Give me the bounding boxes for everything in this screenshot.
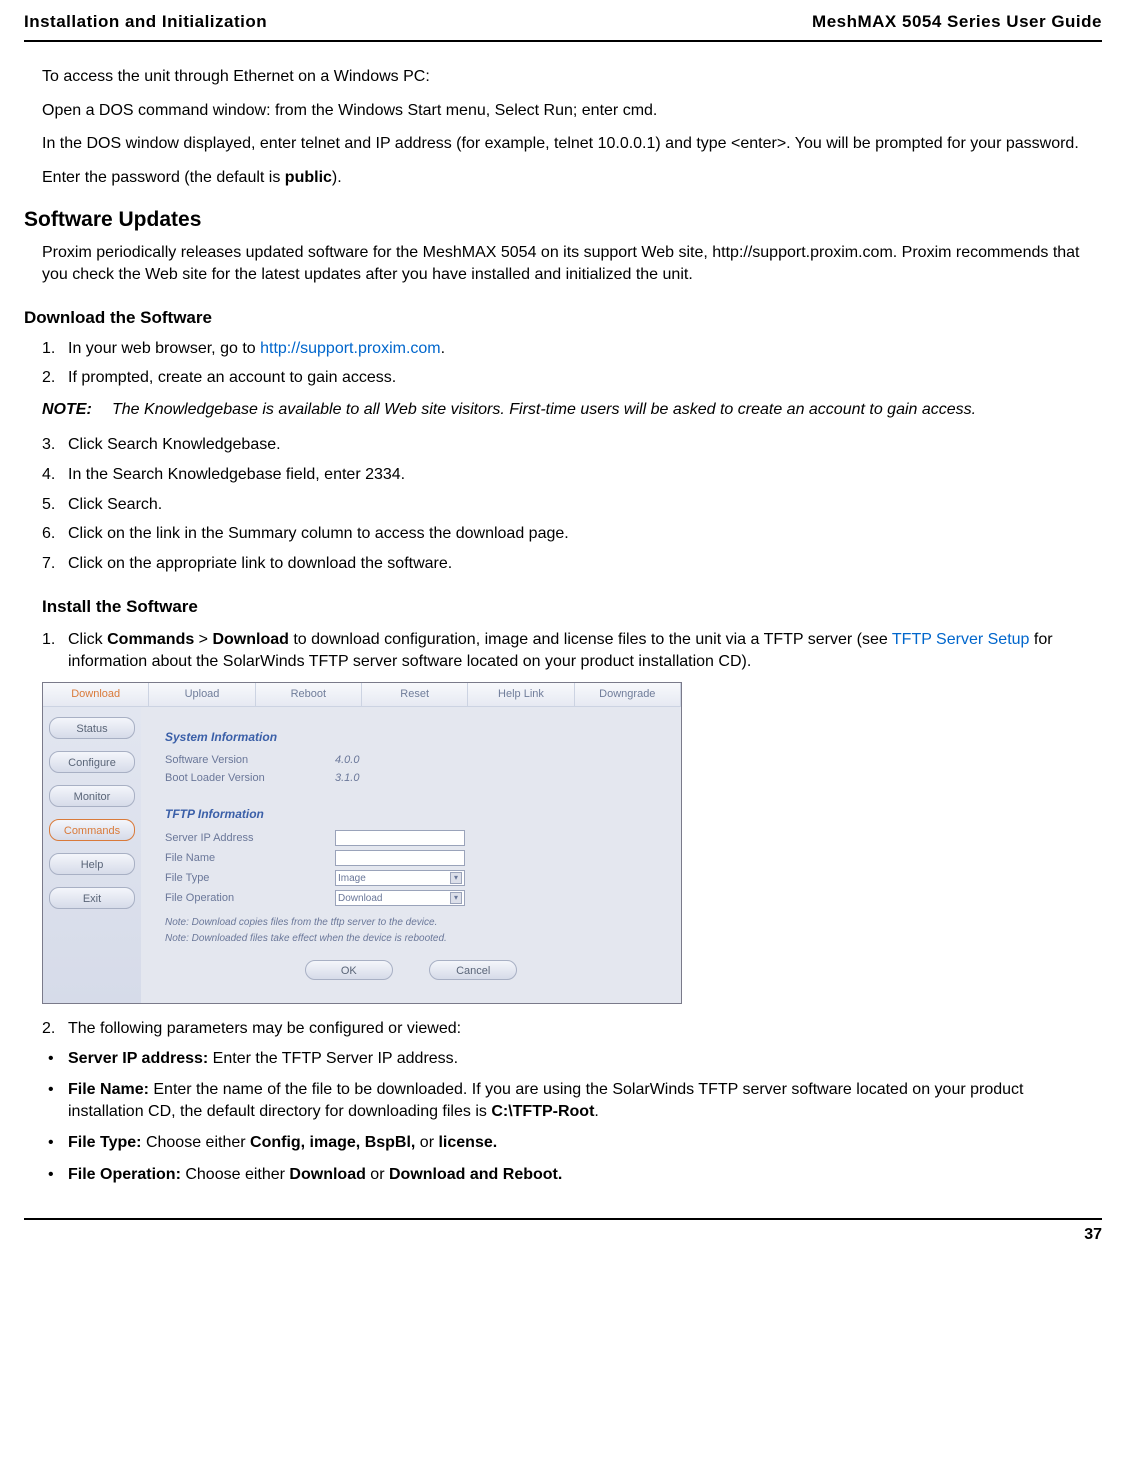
chevron-down-icon: ▾: [450, 892, 462, 904]
tab-help-link[interactable]: Help Link: [468, 683, 574, 707]
install-step-1: Click Commands > Download to download co…: [42, 629, 1084, 672]
tab-download[interactable]: Download: [43, 683, 149, 707]
cancel-button[interactable]: Cancel: [429, 960, 517, 980]
note-label: NOTE:: [42, 399, 112, 421]
install-s1-mid1: >: [194, 631, 212, 648]
download-step1-pre: In your web browser, go to: [68, 340, 260, 357]
bullet-server-ip-text: Enter the TFTP Server IP address.: [208, 1050, 458, 1067]
ok-button[interactable]: OK: [305, 960, 393, 980]
tab-reset[interactable]: Reset: [362, 683, 468, 707]
bullet-file-type-opts: Config, image, BspBl,: [250, 1134, 415, 1151]
tab-upload[interactable]: Upload: [149, 683, 255, 707]
value-boot-loader-version: 3.1.0: [335, 771, 359, 786]
header-right: MeshMAX 5054 Series User Guide: [812, 12, 1102, 32]
note-downloaded-reboot: Note: Downloaded files take effect when …: [165, 932, 657, 946]
software-updates-para: Proxim periodically releases updated sof…: [42, 242, 1084, 285]
sidebar-status[interactable]: Status: [49, 717, 135, 739]
install-s1-b1: Commands: [107, 631, 194, 648]
header-divider: [24, 40, 1102, 42]
sidebar-help[interactable]: Help: [49, 853, 135, 875]
bullet-file-type-pre: Choose either: [142, 1134, 251, 1151]
bullet-server-ip: Server IP address: Enter the TFTP Server…: [42, 1048, 1084, 1070]
intro-p4-pre: Enter the password (the default is: [42, 169, 285, 186]
bullet-file-op-label: File Operation:: [68, 1166, 181, 1183]
intro-p1: To access the unit through Ethernet on a…: [42, 66, 1084, 88]
install-s1-pre: Click: [68, 631, 107, 648]
intro-p4-post: ).: [332, 169, 342, 186]
select-file-operation[interactable]: Download ▾: [335, 890, 465, 906]
install-step-2: The following parameters may be configur…: [42, 1018, 1084, 1040]
label-file-operation: File Operation: [165, 891, 335, 906]
bullet-file-op-download-reboot: Download and Reboot.: [389, 1166, 562, 1183]
bullet-file-op-mid: or: [366, 1166, 389, 1183]
label-file-name: File Name: [165, 851, 335, 866]
label-file-type: File Type: [165, 871, 335, 886]
intro-p4-bold: public: [285, 169, 332, 186]
bullet-file-type-license: license.: [438, 1134, 497, 1151]
input-file-name[interactable]: [335, 850, 465, 866]
bullet-file-name-label: File Name:: [68, 1081, 149, 1098]
note-download-copies: Note: Download copies files from the tft…: [165, 916, 657, 930]
tab-reboot[interactable]: Reboot: [256, 683, 362, 707]
bullet-file-type-mid: or: [415, 1134, 438, 1151]
bullet-file-op-download: Download: [289, 1166, 365, 1183]
install-s1-mid2: to download configuration, image and lic…: [289, 631, 892, 648]
label-boot-loader-version: Boot Loader Version: [165, 771, 335, 786]
sidebar-exit[interactable]: Exit: [49, 887, 135, 909]
download-step-2: If prompted, create an account to gain a…: [42, 367, 1084, 389]
intro-p4: Enter the password (the default is publi…: [42, 167, 1084, 189]
heading-software-updates: Software Updates: [24, 208, 1102, 232]
header-left: Installation and Initialization: [24, 12, 267, 32]
install-s1-link[interactable]: TFTP Server Setup: [892, 631, 1030, 648]
heading-install-software: Install the Software: [42, 596, 1084, 619]
download-step-4: In the Search Knowledgebase field, enter…: [42, 464, 1084, 486]
bullet-file-name-post: .: [594, 1103, 598, 1120]
sidebar-monitor[interactable]: Monitor: [49, 785, 135, 807]
note-text: The Knowledgebase is available to all We…: [112, 399, 976, 421]
intro-p3: In the DOS window displayed, enter telne…: [42, 133, 1084, 155]
page-number: 37: [24, 1220, 1102, 1264]
sidebar-commands[interactable]: Commands: [49, 819, 135, 841]
download-step-1: In your web browser, go to http://suppor…: [42, 338, 1084, 360]
select-file-type-value: Image: [338, 872, 366, 886]
bullet-file-operation: File Operation: Choose either Download o…: [42, 1164, 1084, 1186]
heading-download-software: Download the Software: [24, 308, 1102, 328]
bullet-file-op-pre: Choose either: [181, 1166, 290, 1183]
download-step1-link[interactable]: http://support.proxim.com: [260, 340, 441, 357]
chevron-down-icon: ▾: [450, 872, 462, 884]
select-file-operation-value: Download: [338, 892, 382, 906]
download-step-5: Click Search.: [42, 494, 1084, 516]
label-software-version: Software Version: [165, 753, 335, 768]
value-software-version: 4.0.0: [335, 753, 359, 768]
bullet-file-type: File Type: Choose either Config, image, …: [42, 1132, 1084, 1154]
tftp-download-screenshot: Download Upload Reboot Reset Help Link D…: [42, 682, 682, 1004]
group-tftp-information: TFTP Information: [165, 806, 657, 822]
bullet-file-name: File Name: Enter the name of the file to…: [42, 1079, 1084, 1122]
bullet-server-ip-label: Server IP address:: [68, 1050, 208, 1067]
tab-downgrade[interactable]: Downgrade: [575, 683, 681, 707]
sidebar-configure[interactable]: Configure: [49, 751, 135, 773]
download-step-7: Click on the appropriate link to downloa…: [42, 553, 1084, 575]
select-file-type[interactable]: Image ▾: [335, 870, 465, 886]
label-server-ip: Server IP Address: [165, 831, 335, 846]
bullet-file-name-path: C:\TFTP-Root: [491, 1103, 594, 1120]
input-server-ip[interactable]: [335, 830, 465, 846]
install-s1-b2: Download: [212, 631, 288, 648]
download-step-3: Click Search Knowledgebase.: [42, 434, 1084, 456]
intro-p2: Open a DOS command window: from the Wind…: [42, 100, 1084, 122]
group-system-information: System Information: [165, 729, 657, 745]
download-step1-post: .: [441, 340, 445, 357]
bullet-file-type-label: File Type:: [68, 1134, 142, 1151]
download-step-6: Click on the link in the Summary column …: [42, 523, 1084, 545]
